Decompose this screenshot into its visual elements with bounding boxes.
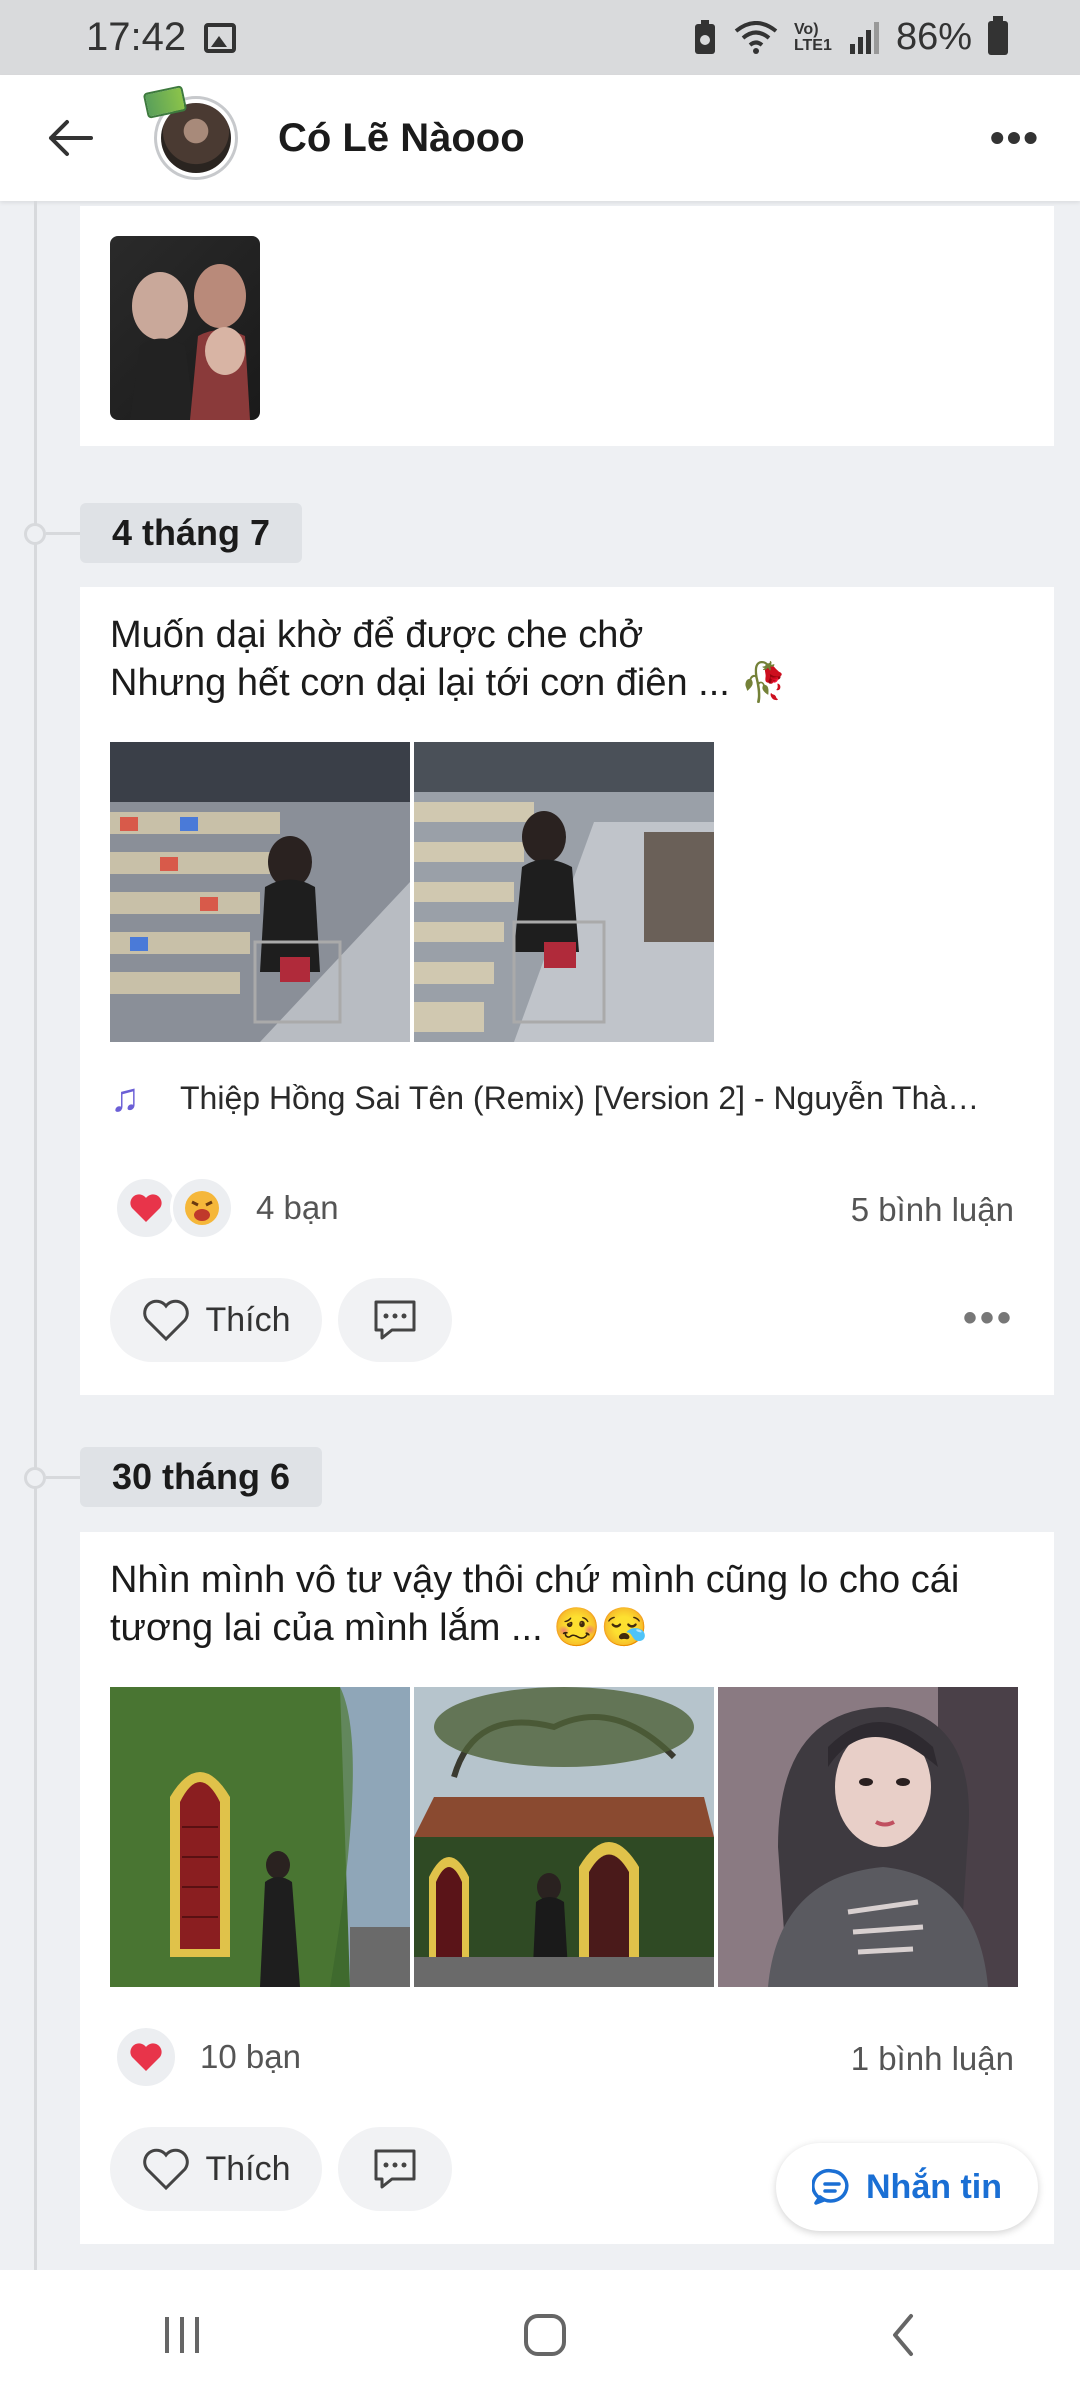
reactions-summary[interactable]: 10 bạn xyxy=(114,2025,301,2089)
signal-icon xyxy=(849,21,879,54)
timeline-connector xyxy=(46,1476,80,1479)
post-photo[interactable] xyxy=(718,1687,1018,1987)
post-text-line: Muốn dại khờ để được che chở xyxy=(110,614,644,656)
like-button[interactable]: Thích xyxy=(110,1278,322,1362)
status-time: 17:42 xyxy=(86,15,187,59)
battery-saver-icon xyxy=(694,19,715,54)
avatar[interactable] xyxy=(142,85,238,180)
profile-header: Có Lẽ Nàooo ••• xyxy=(0,75,1080,201)
post-photo[interactable] xyxy=(110,742,410,1042)
comments-count[interactable]: 5 bình luận xyxy=(851,1191,1014,1229)
wifi-icon xyxy=(734,20,778,54)
timeline-connector xyxy=(46,532,80,535)
post-date: 30 tháng 6 xyxy=(80,1447,323,1507)
post-photo[interactable] xyxy=(414,1687,714,1987)
post-text-line: tương lai của mình lắm ... 🥴😪 xyxy=(110,1607,648,1649)
gallery-notification-icon xyxy=(204,22,237,53)
battery-icon xyxy=(988,15,1008,55)
comment-icon xyxy=(374,2149,416,2189)
heart-outline-icon xyxy=(143,2148,190,2191)
home-icon[interactable] xyxy=(520,2310,570,2360)
status-bar: 17:42 Vo) LTE1 86% xyxy=(0,0,1080,75)
comment-button[interactable] xyxy=(338,1278,452,1362)
post-photo[interactable] xyxy=(110,1687,410,1987)
timeline-dot xyxy=(24,1467,46,1489)
timeline-line xyxy=(34,201,37,2271)
post-date: 4 tháng 7 xyxy=(80,503,303,563)
like-label: Thích xyxy=(205,1300,291,1339)
comment-icon xyxy=(374,1300,416,1340)
post-text-line: Nhưng hết cơn dại lại tới cơn điên ... 🥀 xyxy=(110,662,788,704)
page-title: Có Lẽ Nàooo xyxy=(278,115,525,160)
system-navigation-bar xyxy=(0,2270,1080,2400)
song-title: Thiệp Hồng Sai Tên (Remix) [Version 2] -… xyxy=(180,1080,980,1116)
like-button[interactable]: Thích xyxy=(110,2127,322,2211)
heart-reaction-icon xyxy=(114,2025,178,2089)
reactions-count: 4 bạn xyxy=(256,1189,339,1226)
post-more-button[interactable]: ••• xyxy=(963,1296,1014,1341)
comments-count[interactable]: 1 bình luận xyxy=(851,2040,1014,2078)
message-button[interactable]: Nhắn tin xyxy=(776,2143,1038,2231)
reactions-summary[interactable]: 4 bạn xyxy=(114,1176,339,1240)
music-note-icon: ♫ xyxy=(110,1076,140,1120)
song-attachment[interactable]: ♫ Thiệp Hồng Sai Tên (Remix) [Version 2]… xyxy=(110,1076,979,1121)
comment-button[interactable] xyxy=(338,2127,452,2211)
post-card-previous xyxy=(80,206,1054,446)
laugh-reaction-icon xyxy=(170,1176,234,1240)
post-photo[interactable] xyxy=(414,742,714,1042)
post-text-line: Nhìn mình vô tư vậy thôi chứ mình cũng l… xyxy=(110,1559,960,1601)
message-button-label: Nhắn tin xyxy=(866,2167,1002,2206)
chat-bubble-icon xyxy=(812,2168,849,2205)
reactions-count: 10 bạn xyxy=(200,2038,301,2075)
more-options-button[interactable]: ••• xyxy=(990,114,1040,162)
post-photo[interactable] xyxy=(110,236,260,420)
back-nav-icon[interactable] xyxy=(883,2310,923,2360)
recent-apps-icon[interactable] xyxy=(157,2313,207,2357)
back-button[interactable] xyxy=(40,108,100,168)
timeline-dot xyxy=(24,523,46,545)
heart-reaction-icon xyxy=(114,1176,178,1240)
arrow-left-icon xyxy=(49,120,93,156)
battery-percent: 86% xyxy=(895,16,972,58)
network-type: Vo) LTE1 xyxy=(793,20,832,54)
like-label: Thích xyxy=(205,2149,291,2188)
heart-outline-icon xyxy=(143,1299,190,1342)
